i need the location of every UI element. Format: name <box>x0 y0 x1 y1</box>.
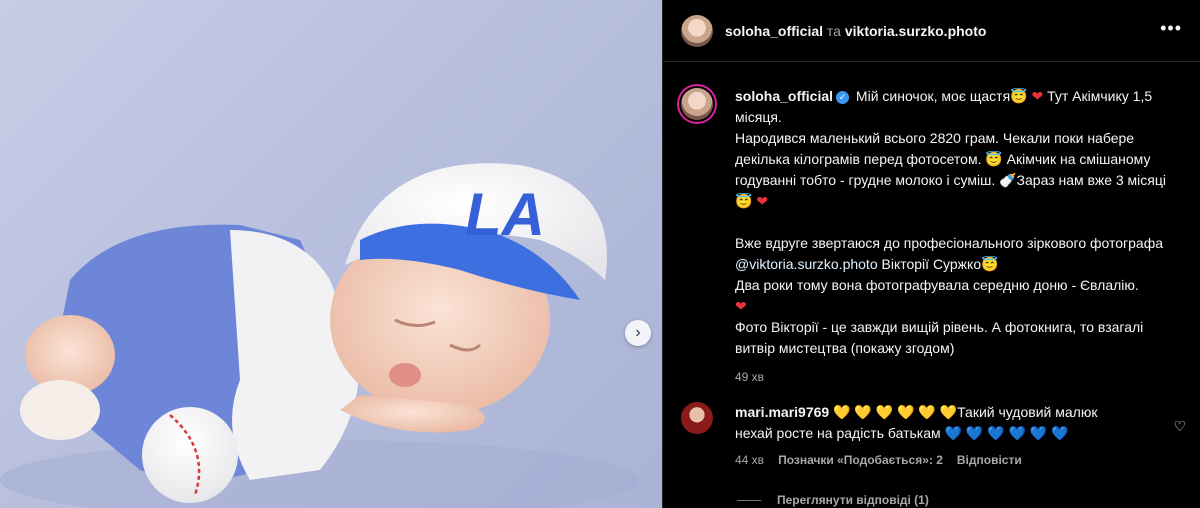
red-heart-emoji-icon: ❤ <box>756 193 769 209</box>
caption-paragraph-2b: Вікторії Суржко😇 <box>877 256 999 272</box>
like-heart-icon[interactable]: ♡ <box>1173 418 1186 435</box>
caption-paragraph-4: Фото Вікторії - це завжди вищій рівень. … <box>735 319 1144 356</box>
mention-link[interactable]: @viktoria.surzko.photo <box>735 256 878 272</box>
caption-line1: Мій синочок, моє щастя😇 <box>855 88 1028 104</box>
collab-connector: та <box>826 22 841 39</box>
comment-item: mari.mari9769 💛 💛 💛 💛 💛 💛Такий чудовий м… <box>663 388 1200 471</box>
post-header: soloha_official та viktoria.surzko.photo… <box>663 0 1200 62</box>
verified-badge-icon: ✓ <box>836 90 850 104</box>
commenter-avatar[interactable] <box>681 402 713 434</box>
post-photo[interactable]: LA › <box>0 0 662 508</box>
red-heart-emoji-icon: ❤ <box>735 298 747 314</box>
chevron-right-icon: › <box>635 324 641 341</box>
comment-timestamp[interactable]: 44 хв <box>735 450 764 471</box>
author-username[interactable]: soloha_official <box>725 23 823 39</box>
next-photo-button[interactable]: › <box>625 320 651 346</box>
post-details-panel: soloha_official та viktoria.surzko.photo… <box>662 0 1200 508</box>
header-names: soloha_official та viktoria.surzko.photo <box>725 23 986 39</box>
comment-meta: 44 хв Позначки «Подобається»: 2 Відповіс… <box>735 450 1135 471</box>
replies-divider <box>737 499 761 501</box>
commenter-username[interactable]: mari.mari9769 <box>735 404 829 420</box>
view-replies[interactable]: Переглянути відповіді (1) <box>663 471 1200 507</box>
author-avatar[interactable] <box>681 14 713 47</box>
caption-text: soloha_official ✓ Мій синочок, моє щастя😇… <box>735 86 1175 388</box>
caption-paragraph-3: Два роки тому вона фотографувала середню… <box>735 277 1139 293</box>
more-horizontal-icon[interactable]: ••• <box>1160 18 1182 39</box>
view-replies-label[interactable]: Переглянути відповіді (1) <box>777 493 929 507</box>
svg-text:LA: LA <box>465 181 545 248</box>
red-heart-emoji-icon: ❤ <box>1031 88 1044 104</box>
reply-button[interactable]: Відповісти <box>957 450 1022 471</box>
comment-body: mari.mari9769 💛 💛 💛 💛 💛 💛Такий чудовий м… <box>735 402 1135 471</box>
comment-likes[interactable]: Позначки «Подобається»: 2 <box>778 450 943 471</box>
baby-photo-illustration: LA <box>0 163 640 508</box>
caption-paragraph-1: Народився маленький всього 2820 грам. Че… <box>735 130 1166 209</box>
caption-timestamp[interactable]: 49 хв <box>735 367 1175 388</box>
caption-paragraph-2a: Вже вдруге звертаюся до професіонального… <box>735 235 1164 251</box>
collab-username[interactable]: viktoria.surzko.photo <box>845 23 987 39</box>
caption-username[interactable]: soloha_official <box>735 88 833 104</box>
post-caption: soloha_official ✓ Мій синочок, моє щастя😇… <box>663 62 1200 388</box>
caption-avatar[interactable] <box>681 88 713 120</box>
